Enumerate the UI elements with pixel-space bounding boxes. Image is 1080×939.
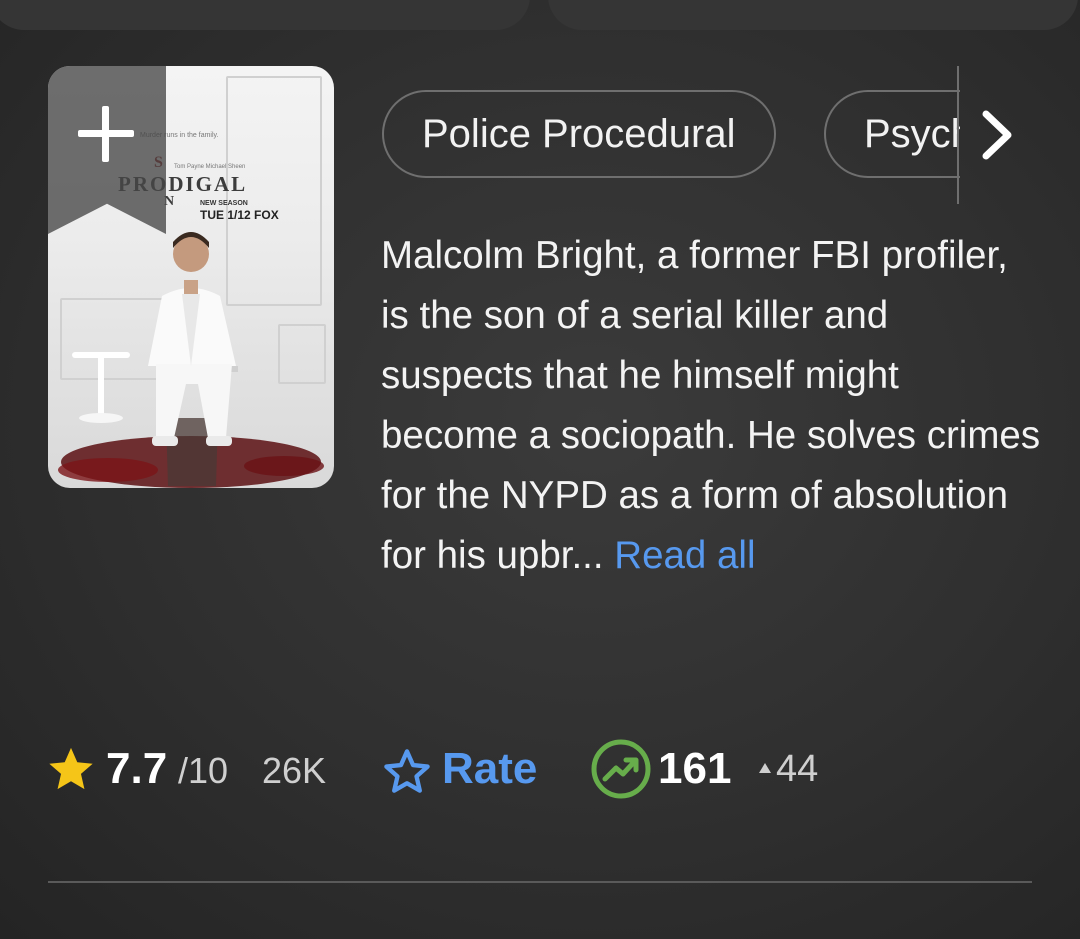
title-poster[interactable]: Murder runs in the family. Tom Payne Mic…: [48, 66, 334, 488]
star-outline-icon: [384, 749, 430, 793]
chevron-right-icon[interactable]: [976, 108, 1022, 162]
genre-chip-police-procedural[interactable]: Police Procedural: [382, 90, 776, 178]
top-tab-right[interactable]: [548, 0, 1078, 30]
top-tab-left[interactable]: [0, 0, 530, 30]
read-all-link[interactable]: Read all: [614, 534, 755, 577]
section-divider: [48, 881, 1032, 883]
vote-count: 26K: [262, 750, 327, 791]
chips-scroll-edge: [957, 66, 959, 204]
caret-up-icon: [759, 763, 771, 773]
star-icon: [49, 747, 93, 790]
genre-chip-psychological[interactable]: Psychological: [824, 90, 960, 178]
plus-icon: [78, 106, 134, 162]
popularity-change: 44: [776, 748, 819, 790]
trending-up-icon: [591, 739, 651, 799]
rating-value: 7.7: [106, 744, 168, 793]
popularity-rank: 161: [658, 744, 732, 793]
rating-max: /10: [178, 750, 229, 791]
plot-text: Malcolm Bright, a former FBI profiler, i…: [381, 234, 1041, 577]
rating-row: 7.7 /10 26K Rate 161 44: [0, 732, 1080, 804]
genre-chip-list: Police Procedural Psychological: [380, 88, 960, 182]
rate-button[interactable]: Rate: [378, 738, 548, 800]
plot-summary: Malcolm Bright, a former FBI profiler, i…: [381, 226, 1041, 586]
rate-label: Rate: [442, 744, 538, 793]
